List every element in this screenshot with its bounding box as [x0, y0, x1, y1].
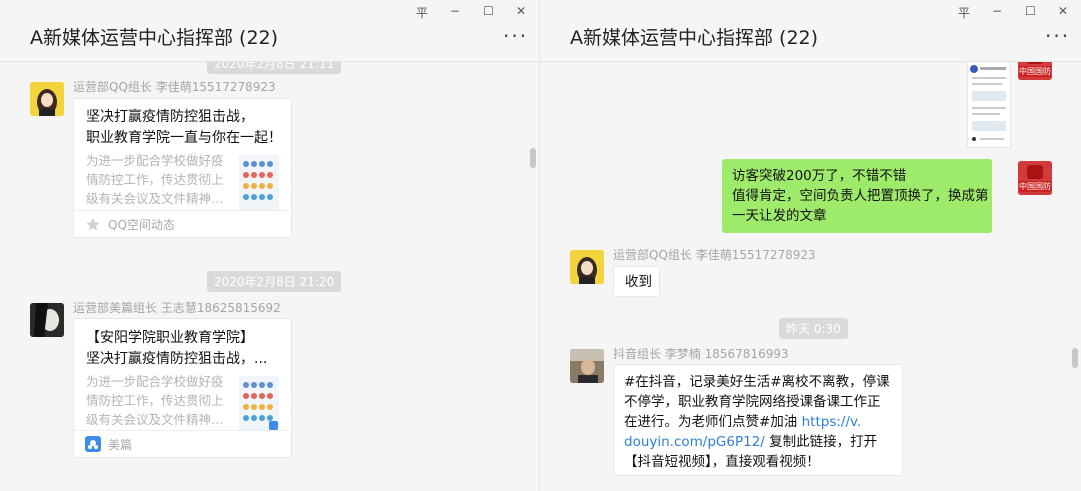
scrollbar-thumb[interactable]: [1072, 348, 1078, 368]
shared-link-card[interactable]: 【安阳学院职业教育学院】 坚决打赢疫情防控狙击战，... 为进一步配合学校做好疫…: [73, 318, 292, 458]
message-text: 在进行。为老师们点赞#加油: [624, 414, 802, 430]
sender-name: 运营部QQ组长 李佳萌15517278923: [613, 248, 816, 262]
card-title-line1: 坚决打赢疫情防控狙击战，: [86, 109, 254, 125]
card-description: 为进一步配合学校做好疫情防控工作，传达贯彻上级有关会议及文件精神…: [86, 374, 224, 427]
avatar[interactable]: [570, 250, 604, 284]
self-avatar[interactable]: 中国国防: [1018, 161, 1052, 195]
avatar-girl-icon: [30, 82, 64, 116]
avatar[interactable]: [570, 349, 604, 383]
message-bubble-self[interactable]: 访客突破200万了，不错不错 值得肯定，空间负责人把置顶换了，换成第 一天让发的…: [722, 159, 992, 233]
pin-icon[interactable]: 平: [958, 4, 970, 21]
card-source: 美篇: [108, 438, 133, 452]
timestamp: 昨天 0:30: [779, 318, 848, 339]
message-line: 值得肯定，空间负责人把置顶换了，换成第: [732, 188, 989, 204]
message-line: 一天让发的文章: [732, 208, 827, 224]
right-chat-window: A新媒体运营中心指挥部 (22) 平 − ☐ ✕ ··· 中国国防 访客突破20…: [540, 0, 1081, 491]
card-title-line2: 职业教育学院一直与你在一起！: [86, 130, 282, 146]
image-message[interactable]: [967, 50, 1011, 148]
maximize-button[interactable]: ☐: [483, 4, 494, 18]
message-text: 收到: [625, 274, 652, 290]
qzone-star-icon: [86, 218, 100, 231]
message-line: #在抖音，记录美好生活#离校不离教，停课: [624, 374, 890, 390]
card-title-line2: 坚决打赢疫情防控狙击战，...: [86, 351, 268, 367]
screenshot-thumbnail: [970, 65, 1006, 141]
message-line: douyin.com/pG6P12/ 复制此链接，打开: [624, 432, 902, 452]
scrollbar-thumb[interactable]: [530, 148, 536, 168]
timestamp: 2020年2月8日 21:20: [207, 271, 342, 292]
card-footer: QQ空间动态: [74, 210, 291, 237]
minimize-button[interactable]: −: [450, 4, 460, 18]
avatar-photo-icon: [570, 349, 604, 383]
minimize-button[interactable]: −: [992, 4, 1002, 18]
chat-header: A新媒体运营中心指挥部 (22) 平 − ☐ ✕ ···: [540, 0, 1081, 62]
message-text: 复制此链接，打开: [764, 434, 878, 450]
close-button[interactable]: ✕: [1058, 4, 1068, 18]
message-bubble[interactable]: #在抖音，记录美好生活#离校不离教，停课 不停学，职业教育学院网络授课备课工作正…: [613, 364, 903, 476]
avatar[interactable]: [30, 82, 64, 116]
message-line: 访客突破200万了，不错不错: [732, 168, 907, 184]
message-line: 【抖音短视频】，直接观看视频！: [624, 454, 820, 470]
card-title-line1: 【安阳学院职业教育学院】: [86, 330, 254, 346]
card-footer: 美篇: [74, 430, 291, 457]
message-line: 不停学，职业教育学院网络授课备课工作正: [624, 394, 881, 410]
avatar[interactable]: [30, 303, 64, 337]
card-thumbnail: [239, 376, 279, 431]
douyin-link[interactable]: https://v.: [802, 414, 862, 430]
more-options-icon[interactable]: ···: [1045, 24, 1070, 48]
card-description: 为进一步配合学校做好疫情防控工作，传达贯彻上级有关会议及文件精神…: [86, 153, 224, 206]
avatar-label: 中国国防: [1019, 66, 1051, 77]
maximize-button[interactable]: ☐: [1025, 4, 1036, 18]
card-source: QQ空间动态: [108, 218, 175, 232]
chat-title: A新媒体运营中心指挥部 (22): [30, 27, 279, 49]
card-thumbnail: [239, 155, 279, 210]
avatar-girl-icon: [570, 250, 604, 284]
meipian-app-icon: [85, 436, 101, 452]
douyin-link[interactable]: douyin.com/pG6P12/: [624, 434, 765, 450]
chat-header: A新媒体运营中心指挥部 (22) 平 − ☐ ✕ ···: [0, 0, 539, 62]
message-line: 在进行。为老师们点赞#加油 https://v.: [624, 412, 902, 432]
left-chat-window: A新媒体运营中心指挥部 (22) 平 − ☐ ✕ ··· 2020年2月8日 2…: [0, 0, 540, 491]
chat-title: A新媒体运营中心指挥部 (22): [570, 27, 819, 49]
more-options-icon[interactable]: ···: [503, 24, 528, 48]
avatar-label: 中国国防: [1019, 181, 1051, 192]
pin-icon[interactable]: 平: [416, 4, 428, 21]
avatar-portrait-icon: [30, 303, 64, 337]
shared-link-card[interactable]: 坚决打赢疫情防控狙击战， 职业教育学院一直与你在一起！ 为进一步配合学校做好疫情…: [73, 98, 292, 238]
close-button[interactable]: ✕: [516, 4, 526, 18]
message-bubble[interactable]: 收到: [613, 266, 660, 297]
sender-name: 运营部美篇组长 王志慧18625815692: [73, 301, 281, 315]
sender-name: 运营部QQ组长 李佳萌15517278923: [73, 80, 276, 94]
sender-name: 抖音组长 李梦楠 18567816993: [613, 347, 789, 361]
